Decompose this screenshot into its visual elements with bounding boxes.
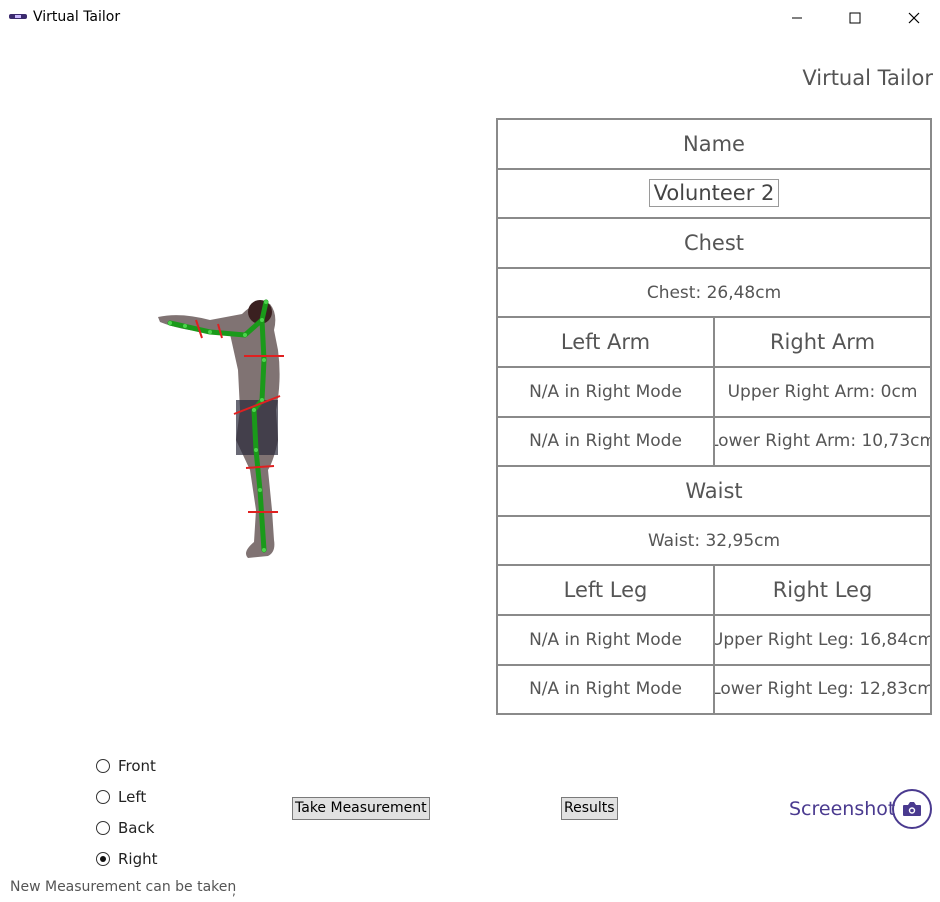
name-cell: Volunteer 2: [498, 169, 932, 220]
title-bar: Virtual Tailor: [0, 0, 940, 36]
close-icon: [908, 12, 920, 24]
radio-button[interactable]: [96, 820, 110, 835]
radio-label: Right: [118, 849, 158, 868]
radio-left[interactable]: Left: [96, 781, 158, 812]
maximize-icon: [849, 12, 861, 24]
radio-back[interactable]: Back: [96, 812, 158, 843]
app-heading: Virtual Tailor: [802, 66, 933, 90]
right-arm-header: Right Arm: [715, 318, 932, 368]
left-arm-lower-value: N/A in Right Mode: [498, 417, 715, 468]
right-arm-lower-value: Lower Right Arm: 10,73cm: [715, 417, 932, 468]
measurements-table: Name Volunteer 2 Chest Chest: 26,48cm Le…: [496, 118, 932, 716]
radio-right[interactable]: Right: [96, 843, 158, 874]
screenshot-label[interactable]: Screenshot: [789, 798, 895, 820]
radio-button[interactable]: [96, 789, 110, 804]
waist-value: Waist: 32,95cm: [498, 516, 932, 567]
name-field[interactable]: Volunteer 2: [648, 179, 780, 208]
body-scan-view: [158, 299, 284, 558]
right-leg-header: Right Leg: [715, 566, 932, 616]
radio-front[interactable]: Front: [96, 750, 158, 781]
left-arm-upper-value: N/A in Right Mode: [498, 367, 715, 418]
maximize-button[interactable]: [832, 0, 878, 36]
take-measurement-button[interactable]: Take Measurement: [292, 797, 430, 820]
screenshot-button[interactable]: [892, 789, 932, 829]
right-arm-upper-value: Upper Right Arm: 0cm: [715, 367, 932, 418]
name-header: Name: [498, 120, 932, 170]
view-radio-group: Front Left Back Right: [96, 750, 158, 874]
left-leg-lower-value: N/A in Right Mode: [498, 665, 715, 716]
close-button[interactable]: [891, 0, 937, 36]
results-button[interactable]: Results: [561, 797, 618, 820]
radio-label: Back: [118, 818, 155, 837]
status-message: New Measurement can be taken: [10, 879, 237, 895]
left-leg-header: Left Leg: [498, 566, 715, 616]
minimize-icon: [792, 17, 802, 19]
window-title: Virtual Tailor: [33, 9, 121, 25]
waist-header: Waist: [498, 467, 932, 517]
status-tick: ,: [232, 884, 236, 898]
kinect-icon: [9, 14, 27, 19]
radio-label: Left: [118, 787, 147, 806]
left-arm-header: Left Arm: [498, 318, 715, 368]
chest-header: Chest: [498, 219, 932, 269]
left-leg-upper-value: N/A in Right Mode: [498, 615, 715, 666]
right-leg-lower-value: Lower Right Leg: 12,83cm: [715, 665, 932, 716]
chest-value: Chest: 26,48cm: [498, 268, 932, 319]
minimize-button[interactable]: [774, 0, 820, 36]
radio-button[interactable]: [96, 758, 110, 773]
radio-button[interactable]: [96, 851, 110, 866]
right-leg-upper-value: Upper Right Leg: 16,84cm: [715, 615, 932, 666]
camera-icon: [903, 802, 921, 816]
radio-label: Front: [118, 756, 156, 775]
